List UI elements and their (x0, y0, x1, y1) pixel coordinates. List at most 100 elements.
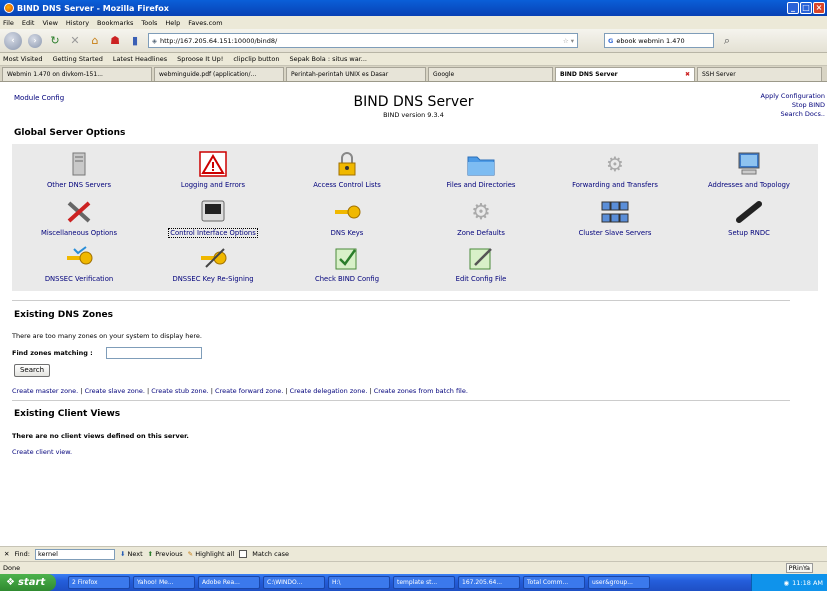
home-icon[interactable]: ⌂ (88, 34, 102, 48)
option-check-bind-config[interactable]: Check BIND Config (280, 244, 414, 283)
menu-bar: File Edit View History Bookmarks Tools H… (0, 16, 827, 29)
maximize-button[interactable]: □ (800, 2, 812, 14)
find-previous-button[interactable]: ⬆ Previous (148, 550, 183, 558)
menu-tools[interactable]: Tools (141, 19, 157, 27)
task-template[interactable]: template st... (393, 576, 455, 589)
task-label: 2 Firefox (72, 579, 98, 586)
task-putty[interactable]: 167.205.64... (458, 576, 520, 589)
search-engine-input[interactable]: G ebook webmin 1.470 (604, 33, 714, 48)
task-cmd[interactable]: C:\WINDO... (263, 576, 325, 589)
window-title: BIND DNS Server - Mozilla Firefox (17, 3, 169, 13)
search-button[interactable]: Search (14, 364, 50, 377)
task-label: Yahoo! Me... (137, 579, 174, 586)
option-zone-defaults[interactable]: ⚙ Zone Defaults (414, 198, 548, 238)
option-miscellaneous[interactable]: Miscellaneous Options (12, 198, 146, 237)
network-icon[interactable]: ◉ (783, 579, 789, 587)
reload-icon[interactable]: ↻ (48, 34, 62, 48)
option-logging-errors[interactable]: Logging and Errors (146, 150, 280, 189)
back-button[interactable]: ‹ (4, 31, 22, 50)
task-adobe[interactable]: Adobe Rea... (198, 576, 260, 589)
find-input[interactable]: kernel (34, 548, 115, 560)
search-icon[interactable]: ⌕ (720, 34, 734, 48)
bookmark-item[interactable]: Sepak Bola : situs war... (289, 55, 367, 63)
find-next-button[interactable]: ⬇ Next (120, 550, 143, 558)
stop-bind-link[interactable]: Stop BIND (761, 101, 825, 110)
gear-icon: ⚙ (471, 199, 491, 225)
url-bar[interactable]: ◈ http://167.205.64.151:10000/bind8/ ☆ ▾ (148, 33, 578, 48)
tab-perintah[interactable]: Perintah-perintah UNIX es Dasar (286, 67, 426, 81)
divider (12, 300, 790, 301)
url-text: http://167.205.64.151:10000/bind8/ (160, 36, 278, 45)
forward-button[interactable]: › (28, 33, 42, 48)
apply-config-link[interactable]: Apply Configuration (761, 92, 826, 101)
option-control-interface[interactable]: Control Interface Options (146, 198, 280, 238)
menu-history[interactable]: History (66, 19, 89, 27)
find-zones-input[interactable] (106, 347, 202, 359)
create-slave-zone-link[interactable]: Create slave zone. (85, 387, 145, 395)
option-files-directories[interactable]: Files and Directories (414, 150, 548, 189)
start-button[interactable]: ❖ start (0, 574, 56, 591)
task-firefox[interactable]: 2 Firefox (68, 576, 130, 589)
option-cluster-slave-servers[interactable]: Cluster Slave Servers (548, 198, 682, 237)
option-dnssec-key-resigning[interactable]: DNSSEC Key Re-Signing (146, 244, 280, 283)
bookmark-item[interactable]: Most Visited (3, 55, 43, 63)
option-access-control-lists[interactable]: Access Control Lists (280, 150, 414, 189)
option-forwarding-transfers[interactable]: ⚙ Forwarding and Transfers (548, 150, 682, 189)
option-addresses-topology[interactable]: Addresses and Topology (682, 150, 816, 189)
task-yahoo[interactable]: Yahoo! Me... (133, 576, 195, 589)
addon-icon[interactable]: ☗ (108, 34, 122, 48)
windows-taskbar: ❖ start 2 Firefox Yahoo! Me... Adobe Rea.… (0, 574, 827, 591)
stop-icon[interactable]: ✕ (68, 34, 82, 48)
menu-bookmarks[interactable]: Bookmarks (97, 19, 133, 27)
task-user-group[interactable]: user&group... (588, 576, 650, 589)
option-other-dns-servers[interactable]: Other DNS Servers (12, 150, 146, 189)
option-label: Zone Defaults (457, 229, 505, 237)
tab-webmin[interactable]: Webmin 1.470 on divkom-151... (2, 67, 152, 81)
bookmark-flag-icon[interactable]: ▮ (128, 34, 142, 48)
menu-edit[interactable]: Edit (22, 19, 35, 27)
task-total-commander[interactable]: Total Comm... (523, 576, 585, 589)
global-options-panel: Other DNS Servers Logging and Errors Acc… (12, 144, 818, 291)
bookmarks-toolbar: Most Visited Getting Started Latest Head… (0, 53, 827, 66)
bookmark-star-icon[interactable]: ☆ ▾ (563, 37, 577, 45)
option-edit-config-file[interactable]: Edit Config File (414, 244, 548, 283)
page-title: BIND DNS Server (353, 94, 474, 110)
window-titlebar: BIND DNS Server - Mozilla Firefox _ □ × (0, 0, 827, 16)
create-delegation-zone-link[interactable]: Create delegation zone. (290, 387, 368, 395)
menu-faves[interactable]: Faves.com (188, 19, 222, 27)
tab-label: Webmin 1.470 on divkom-151... (7, 71, 103, 78)
close-find-icon[interactable]: ✕ (4, 550, 9, 558)
tab-google[interactable]: Google (428, 67, 553, 81)
check-config-icon (332, 244, 362, 272)
close-tab-icon[interactable]: ✖ (685, 71, 690, 78)
bookmark-item[interactable]: Getting Started (53, 55, 103, 63)
menu-help[interactable]: Help (165, 19, 180, 27)
option-dnssec-verification[interactable]: DNSSEC Verification (12, 244, 146, 283)
create-master-zone-link[interactable]: Create master zone. (12, 387, 78, 395)
tab-webminguide[interactable]: webminguide.pdf (application/... (154, 67, 284, 81)
option-label: Check BIND Config (314, 275, 380, 283)
search-docs-link[interactable]: Search Docs.. (761, 110, 825, 119)
highlight-all-button[interactable]: ✎ Highlight all (188, 550, 235, 558)
option-dns-keys[interactable]: DNS Keys (280, 198, 414, 237)
find-previous-label: Previous (155, 550, 183, 558)
cluster-icon (600, 198, 630, 226)
task-explorer[interactable]: H:\ (328, 576, 390, 589)
menu-view[interactable]: View (42, 19, 57, 27)
close-button[interactable]: × (813, 2, 825, 14)
match-case-checkbox[interactable] (239, 550, 248, 558)
menu-file[interactable]: File (3, 19, 14, 27)
create-forward-zone-link[interactable]: Create forward zone. (215, 387, 283, 395)
option-setup-rndc[interactable]: Setup RNDC (682, 198, 816, 237)
global-options-heading: Global Server Options (14, 128, 126, 138)
tab-ssh[interactable]: SSH Server (697, 67, 822, 81)
bookmark-item[interactable]: Sproose It Up! (177, 55, 223, 63)
tab-bind-dns[interactable]: BIND DNS Server ✖ (555, 67, 695, 81)
bookmark-item[interactable]: Latest Headlines (113, 55, 167, 63)
bookmark-item[interactable]: clipclip button (233, 55, 279, 63)
minimize-button[interactable]: _ (787, 2, 799, 14)
create-batch-zones-link[interactable]: Create zones from batch file. (374, 387, 468, 395)
option-label: DNSSEC Verification (44, 275, 114, 283)
create-client-view-link[interactable]: Create client view. (12, 448, 72, 456)
create-stub-zone-link[interactable]: Create stub zone. (151, 387, 208, 395)
